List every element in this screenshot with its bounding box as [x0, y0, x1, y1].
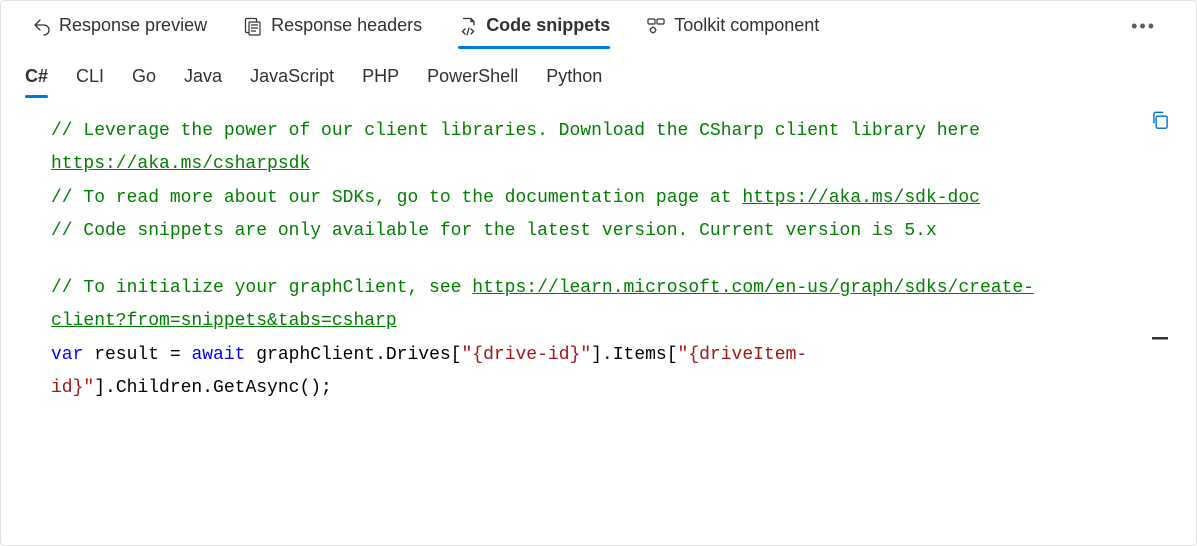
- tab-label: Response preview: [59, 15, 207, 36]
- tab-response-headers[interactable]: Response headers: [243, 15, 422, 48]
- code-text: result =: [83, 345, 191, 365]
- tab-label: Response headers: [271, 15, 422, 36]
- code-line: // To read more about our SDKs, go to th…: [51, 182, 1076, 215]
- copy-button[interactable]: [1148, 115, 1172, 139]
- code-line: // Code snippets are only available for …: [51, 215, 1076, 248]
- code-link[interactable]: https://aka.ms/sdk-doc: [742, 188, 980, 208]
- code-link[interactable]: https://aka.ms/csharpsdk: [51, 154, 310, 174]
- code-comment: // Code snippets are only available for …: [51, 221, 937, 241]
- lang-tab-java[interactable]: Java: [184, 66, 222, 97]
- tab-code-snippets[interactable]: Code snippets: [458, 15, 610, 48]
- tab-toolkit-component[interactable]: Toolkit component: [646, 15, 819, 48]
- lang-tab-python[interactable]: Python: [546, 66, 602, 97]
- code-comment: // To initialize your graphClient, see: [51, 278, 472, 298]
- response-panel: Response preview Response headers Co: [0, 0, 1197, 546]
- lang-tab-go[interactable]: Go: [132, 66, 156, 97]
- headers-icon: [243, 16, 263, 36]
- code-text: ].Children.GetAsync();: [94, 378, 332, 398]
- lang-tab-csharp[interactable]: C#: [25, 66, 48, 97]
- lang-tab-cli[interactable]: CLI: [76, 66, 104, 97]
- lang-tab-php[interactable]: PHP: [362, 66, 399, 97]
- code-snippet-area: // Leverage the power of our client libr…: [1, 97, 1196, 423]
- tab-label: Code snippets: [486, 15, 610, 36]
- minus-icon: [1150, 326, 1170, 356]
- code-line: // To initialize your graphClient, see h…: [51, 272, 1076, 339]
- code-text: graphClient.Drives[: [245, 345, 461, 365]
- tab-label: Toolkit component: [674, 15, 819, 36]
- undo-icon: [31, 16, 51, 36]
- code-text: ].Items[: [591, 345, 677, 365]
- toolkit-icon: [646, 16, 666, 36]
- lang-tab-javascript[interactable]: JavaScript: [250, 66, 334, 97]
- code-line: var result = await graphClient.Drives["{…: [51, 339, 1076, 406]
- copy-icon: [1149, 109, 1171, 144]
- code-string: "{drive-id}": [462, 345, 592, 365]
- code-comment: // To read more about our SDKs, go to th…: [51, 188, 742, 208]
- language-tabs: C# CLI Go Java JavaScript PHP PowerShell…: [1, 48, 1196, 97]
- blank-line: [51, 248, 1076, 272]
- code-line: // Leverage the power of our client libr…: [51, 115, 1076, 182]
- code-file-icon: [458, 16, 478, 36]
- code-keyword: await: [191, 345, 245, 365]
- collapse-button[interactable]: [1148, 317, 1172, 365]
- code-comment: // Leverage the power of our client libr…: [51, 121, 991, 141]
- code-keyword: var: [51, 345, 83, 365]
- lang-tab-powershell[interactable]: PowerShell: [427, 66, 518, 97]
- tab-response-preview[interactable]: Response preview: [31, 15, 207, 48]
- more-options-button[interactable]: •••: [1131, 17, 1166, 47]
- main-tabs: Response preview Response headers Co: [1, 5, 1196, 48]
